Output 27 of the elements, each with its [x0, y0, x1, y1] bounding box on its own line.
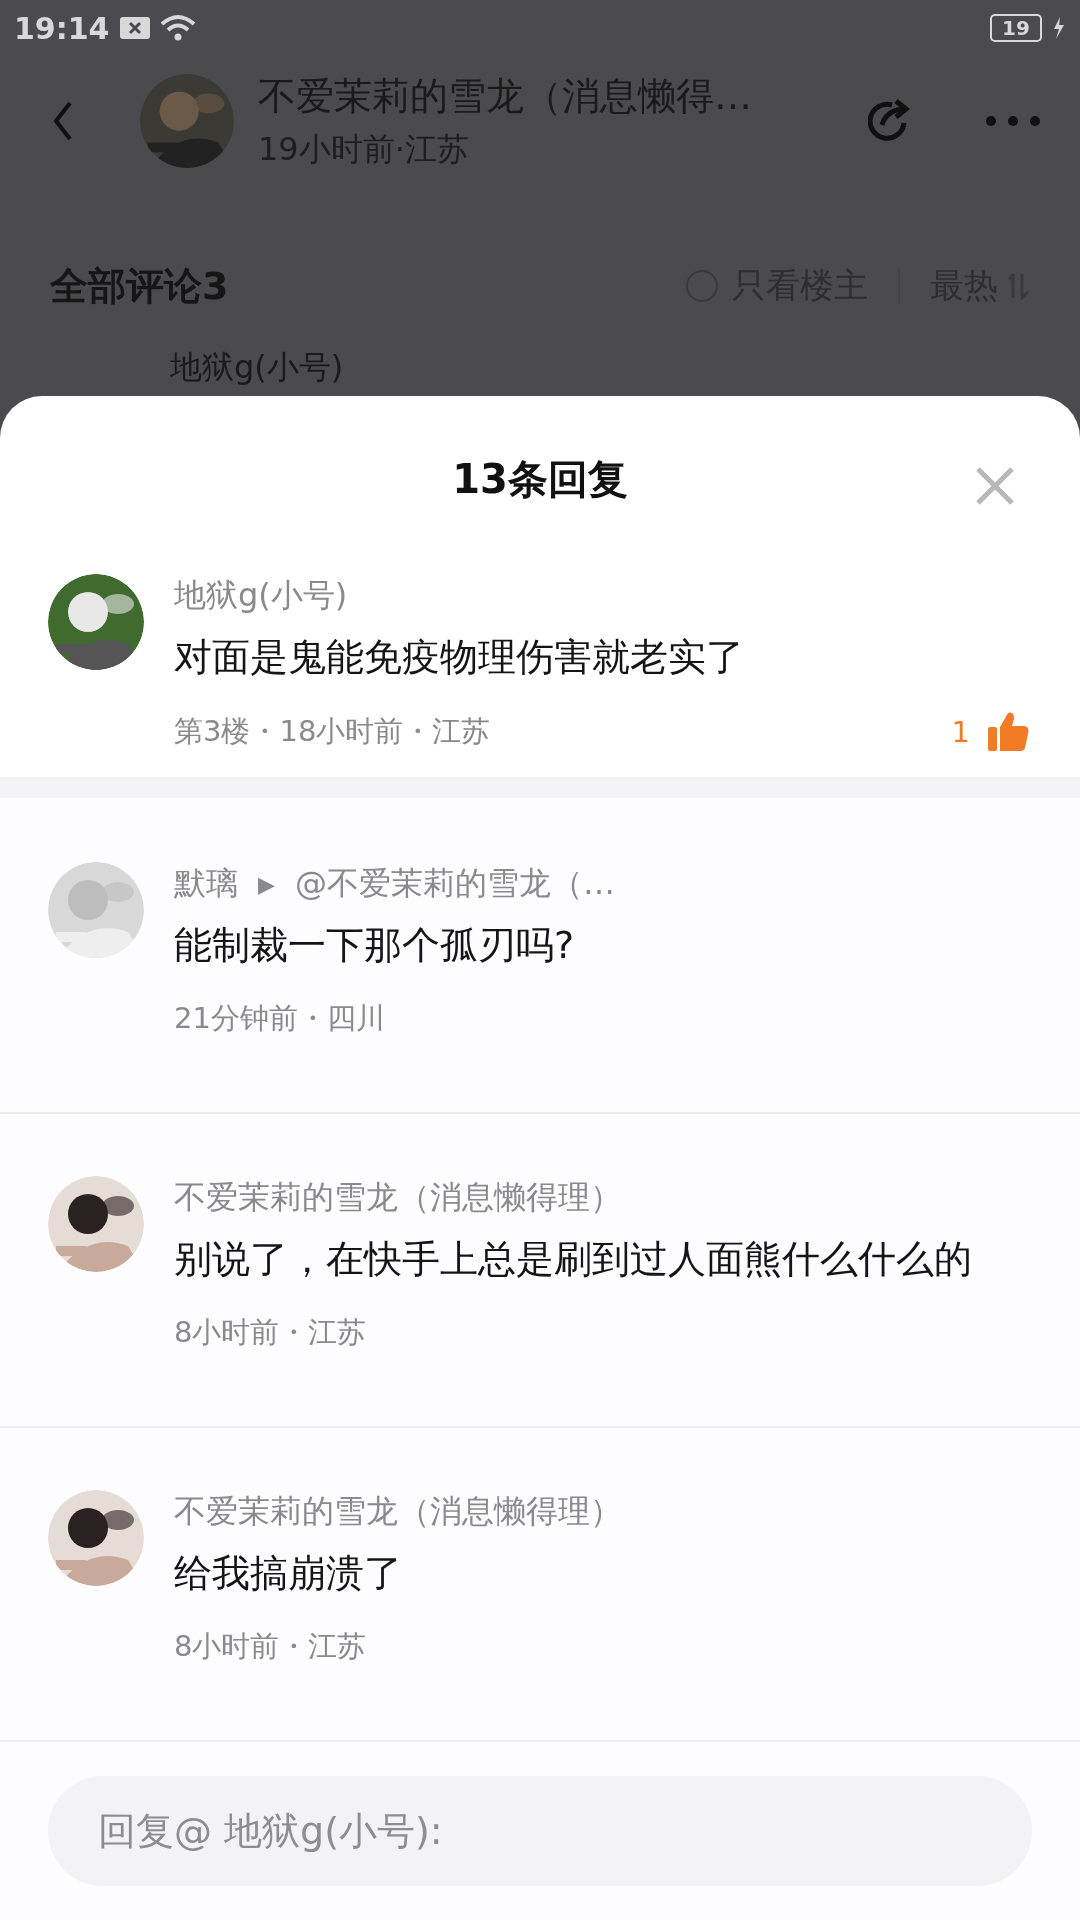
- comment-meta: 第3楼・18小时前・江苏: [174, 712, 491, 750]
- charging-icon: [1052, 17, 1066, 39]
- comment-author: 默璃: [174, 863, 238, 905]
- close-icon[interactable]: [975, 466, 1015, 506]
- comment-meta: 21分钟前・四川: [174, 1000, 386, 1038]
- comment-text: 别说了，在快手上总是刷到过人面熊什么什么的: [174, 1236, 973, 1284]
- comments-title: 全部评论3: [50, 262, 229, 310]
- like-button[interactable]: 1: [951, 710, 1030, 753]
- reply-target: @不爱茉莉的雪龙（…: [294, 863, 615, 905]
- thumbs-up-icon: [988, 710, 1030, 753]
- comment-author: 地狱g(小号): [174, 574, 349, 616]
- notification-icon: [119, 17, 150, 39]
- comment-meta: 8小时前・江苏: [174, 1628, 368, 1666]
- comment-text: 对面是鬼能免疫物理伤害就老实了: [174, 633, 745, 681]
- comment-author: 不爱茉莉的雪龙（消息懒得理）: [174, 1491, 622, 1533]
- comment-author: 不爱茉莉的雪龙（消息懒得理）: [174, 1177, 622, 1219]
- more-icon[interactable]: [986, 116, 1040, 126]
- sheet-title: 13条回复: [452, 455, 628, 505]
- comment-meta: 8小时前・江苏: [174, 1314, 368, 1352]
- wifi-icon: [159, 14, 196, 42]
- comment-text: 给我搞崩溃了: [174, 1550, 403, 1598]
- reply-field[interactable]: 回复@ 地狱g(小号):: [48, 1776, 1032, 1887]
- reply-arrow: ▶: [258, 871, 275, 897]
- clock-time: 19:14: [14, 10, 110, 46]
- comment-text: 能制裁一下那个孤刃吗?: [174, 922, 576, 970]
- back-icon[interactable]: [52, 101, 74, 141]
- battery-level: 19: [990, 14, 1042, 42]
